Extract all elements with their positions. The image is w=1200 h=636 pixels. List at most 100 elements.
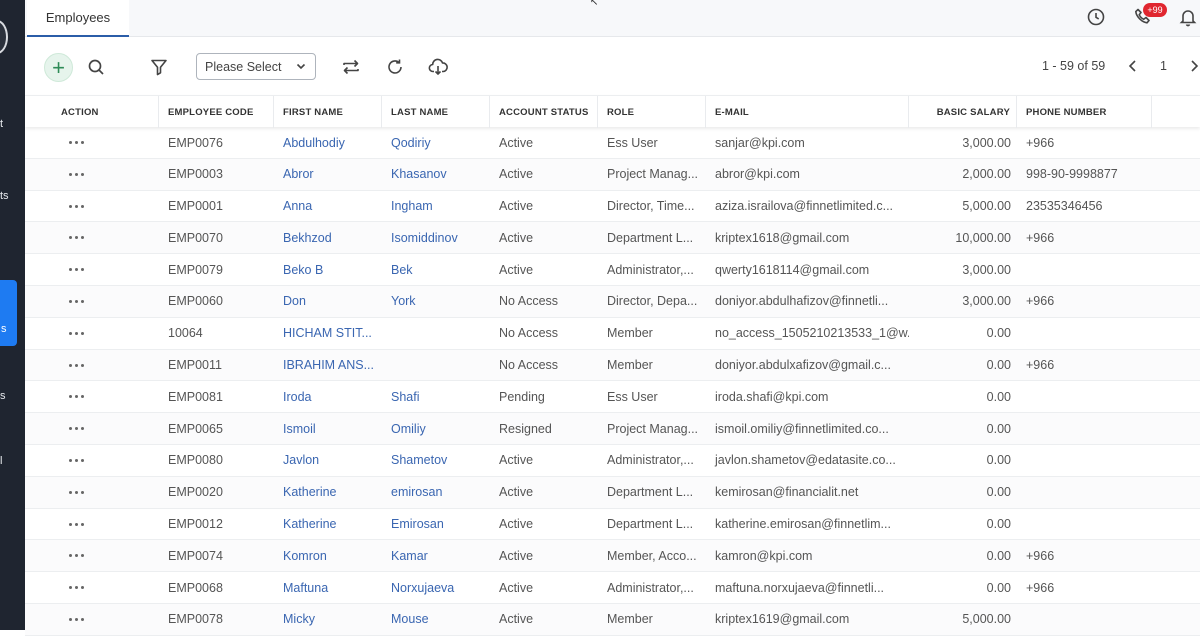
column-header-employee-code[interactable]: EMPLOYEE CODE bbox=[159, 96, 274, 128]
more-actions-icon[interactable] bbox=[69, 477, 84, 508]
column-header-first-name[interactable]: FIRST NAME bbox=[274, 96, 382, 128]
more-actions-icon[interactable] bbox=[69, 191, 84, 222]
cell-last-name[interactable] bbox=[382, 350, 490, 381]
more-actions-icon[interactable] bbox=[69, 286, 84, 317]
cell-phone-number: +966 bbox=[1026, 135, 1055, 150]
table-row[interactable]: EMP0060 Don York No Access Director, Depa...… bbox=[25, 285, 1200, 318]
table-row[interactable]: EMP0079 Beko B Bek Active Administrator,... q… bbox=[25, 254, 1200, 286]
table-row[interactable]: EMP0080 Javlon Shametov Active Administrator… bbox=[25, 445, 1200, 477]
pagination-current-page[interactable]: 1 bbox=[1160, 59, 1167, 73]
cell-phone-number: +966 bbox=[1026, 548, 1055, 563]
cell-last-name[interactable]: Mouse bbox=[382, 604, 490, 635]
cell-account-status: Active bbox=[499, 580, 534, 595]
cell-email: kemirosan@financialit.net bbox=[715, 485, 859, 500]
cell-last-name[interactable]: Bek bbox=[382, 254, 490, 285]
column-header-last-name[interactable]: LAST NAME bbox=[382, 96, 490, 128]
more-actions-icon[interactable] bbox=[69, 127, 84, 158]
cell-first-name[interactable]: Anna bbox=[274, 191, 382, 222]
filter-select[interactable]: Please Select bbox=[196, 53, 316, 80]
more-actions-icon[interactable] bbox=[69, 159, 84, 190]
more-actions-icon[interactable] bbox=[69, 254, 84, 285]
more-actions-icon[interactable] bbox=[69, 572, 84, 603]
cloud-download-icon[interactable] bbox=[427, 56, 449, 78]
cell-last-name[interactable]: Shametov bbox=[382, 445, 490, 476]
cell-last-name[interactable]: Shafi bbox=[382, 381, 490, 412]
more-actions-icon[interactable] bbox=[69, 445, 84, 476]
more-actions-icon[interactable] bbox=[69, 222, 84, 253]
cell-first-name[interactable]: Ismoil bbox=[274, 413, 382, 444]
table-row[interactable]: EMP0020 Katherine emirosan Active Department… bbox=[25, 476, 1200, 509]
cell-first-name[interactable]: Bekhzod bbox=[274, 222, 382, 253]
cell-last-name[interactable]: York bbox=[382, 286, 490, 317]
more-actions-icon[interactable] bbox=[69, 318, 84, 349]
refresh-icon[interactable] bbox=[384, 56, 406, 78]
table-row[interactable]: EMP0065 Ismoil Omiliy Resigned Project Manag… bbox=[25, 413, 1200, 445]
table-row[interactable]: EMP0070 Bekhzod Isomiddinov Active Departmen… bbox=[25, 222, 1200, 255]
cell-phone-number bbox=[1017, 445, 1152, 476]
swap-icon[interactable] bbox=[340, 56, 362, 78]
cell-account-status: Active bbox=[499, 485, 534, 500]
table-row[interactable]: EMP0078 Micky Mouse Active Member kriptex1619… bbox=[25, 603, 1200, 636]
cell-first-name[interactable]: Javlon bbox=[274, 445, 382, 476]
more-actions-icon[interactable] bbox=[69, 509, 84, 540]
cell-first-name[interactable]: Beko B bbox=[274, 254, 382, 285]
cell-last-name[interactable]: emirosan bbox=[382, 477, 490, 508]
table-row[interactable]: EMP0011 IBRAHIM ANS... No Access Member doni… bbox=[25, 349, 1200, 382]
sidebar-item-label[interactable]: s bbox=[0, 390, 6, 402]
more-actions-icon[interactable] bbox=[69, 540, 84, 571]
table-row[interactable]: EMP0003 Abror Khasanov Active Project Manag.… bbox=[25, 158, 1200, 191]
table-row[interactable]: EMP0081 Iroda Shafi Pending Ess User iroda.sh… bbox=[25, 381, 1200, 414]
more-actions-icon[interactable] bbox=[69, 381, 84, 412]
cell-last-name[interactable]: Isomiddinov bbox=[382, 222, 490, 253]
sidebar-item-label[interactable]: t bbox=[0, 118, 3, 130]
column-header-account-status[interactable]: ACCOUNT STATUS bbox=[490, 96, 598, 128]
cell-last-name[interactable]: Emirosan bbox=[382, 509, 490, 540]
cell-basic-salary: 2,000.00 bbox=[962, 167, 1011, 182]
table-row[interactable]: EMP0068 Maftuna Norxujaeva Active Administra… bbox=[25, 572, 1200, 604]
top-bar: Employees ↖ bbox=[25, 0, 1200, 37]
cell-last-name[interactable]: Khasanov bbox=[382, 159, 490, 190]
cell-last-name[interactable]: Norxujaeva bbox=[382, 572, 490, 603]
column-header-email[interactable]: E-MAIL bbox=[706, 96, 909, 128]
more-actions-icon[interactable] bbox=[69, 604, 84, 635]
filter-icon[interactable] bbox=[148, 56, 170, 78]
sidebar-item-active[interactable]: s bbox=[0, 280, 17, 346]
cell-first-name[interactable]: Micky bbox=[274, 604, 382, 635]
cell-first-name[interactable]: IBRAHIM ANS... bbox=[274, 350, 382, 381]
sidebar-item-label[interactable]: ts bbox=[0, 190, 9, 202]
table-row[interactable]: EMP0076 Abdulhodiy Qodiriy Active Ess User sa… bbox=[25, 127, 1200, 159]
cell-first-name[interactable]: HICHAM STIT... bbox=[274, 318, 382, 349]
cell-last-name[interactable] bbox=[382, 318, 490, 349]
tab-employees[interactable]: Employees bbox=[27, 0, 129, 37]
cell-first-name[interactable]: Maftuna bbox=[274, 572, 382, 603]
cell-last-name[interactable]: Omiliy bbox=[382, 413, 490, 444]
cell-last-name[interactable]: Qodiriy bbox=[382, 127, 490, 158]
more-actions-icon[interactable] bbox=[69, 413, 84, 444]
cell-first-name[interactable]: Katherine bbox=[274, 509, 382, 540]
column-header-role[interactable]: ROLE bbox=[598, 96, 706, 128]
cell-last-name[interactable]: Ingham bbox=[382, 191, 490, 222]
chevron-left-icon[interactable] bbox=[1124, 56, 1142, 76]
cell-basic-salary: 0.00 bbox=[986, 326, 1011, 341]
column-header-phone-number[interactable]: PHONE NUMBER bbox=[1017, 96, 1152, 128]
cell-first-name[interactable]: Iroda bbox=[274, 381, 382, 412]
cell-first-name[interactable]: Katherine bbox=[274, 477, 382, 508]
cell-last-name[interactable]: Kamar bbox=[382, 540, 490, 571]
table-row[interactable]: EMP0001 Anna Ingham Active Director, Time...… bbox=[25, 191, 1200, 223]
table-row[interactable]: EMP0074 Komron Kamar Active Member, Acco... k… bbox=[25, 540, 1200, 573]
sidebar-item-label[interactable]: l bbox=[0, 455, 2, 467]
column-header-basic-salary[interactable]: BASIC SALARY bbox=[909, 96, 1017, 128]
cell-first-name[interactable]: Don bbox=[274, 286, 382, 317]
more-actions-icon[interactable] bbox=[69, 350, 84, 381]
chevron-right-icon[interactable] bbox=[1185, 56, 1200, 76]
table-row[interactable]: EMP0012 Katherine Emirosan Active Department… bbox=[25, 509, 1200, 541]
add-button[interactable]: + bbox=[44, 53, 73, 82]
cell-first-name[interactable]: Abdulhodiy bbox=[274, 127, 382, 158]
bell-icon[interactable] bbox=[1177, 6, 1199, 28]
cell-first-name[interactable]: Abror bbox=[274, 159, 382, 190]
column-header-action: ACTION bbox=[25, 96, 159, 128]
table-row[interactable]: 10064 HICHAM STIT... No Access Member no_acc… bbox=[25, 318, 1200, 350]
clock-icon[interactable] bbox=[1085, 6, 1107, 28]
cell-first-name[interactable]: Komron bbox=[274, 540, 382, 571]
search-icon[interactable] bbox=[85, 56, 107, 78]
